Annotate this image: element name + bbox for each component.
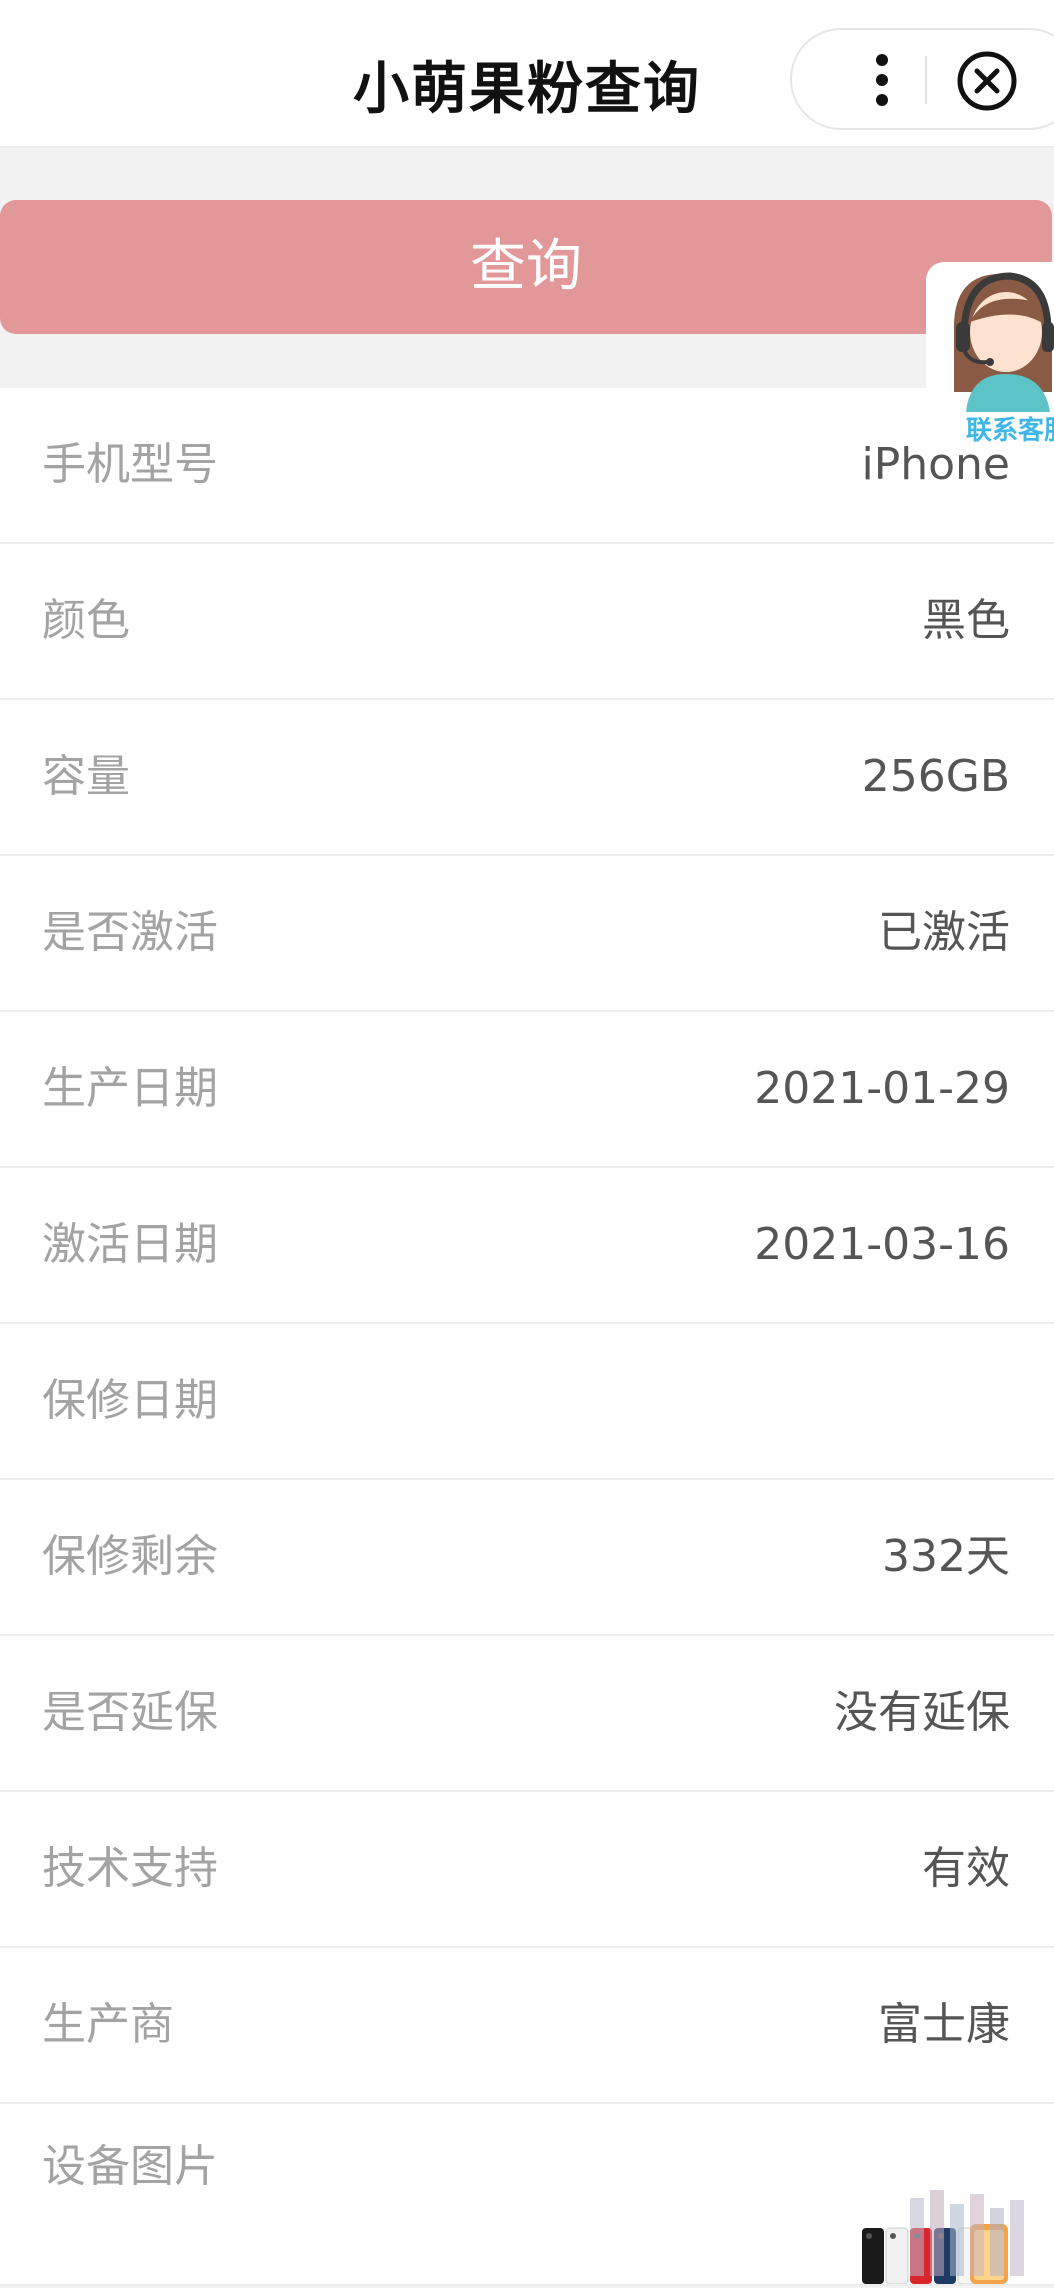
row-label: 设备图片 (42, 2141, 218, 2192)
device-info-list: 手机型号 iPhone 颜色 黑色 容量 256GB 是否激活 已激活 生产日期… (0, 388, 1054, 2286)
row-label: 技术支持 (42, 1843, 218, 1894)
row-value: 332天 (882, 1531, 1010, 1582)
close-circle-icon[interactable] (956, 50, 1018, 112)
row-label: 保修剩余 (42, 1531, 218, 1582)
info-row-warranty-date: 保修日期 (0, 1324, 1054, 1480)
info-row-extended-warranty: 是否延保 没有延保 (0, 1636, 1054, 1792)
row-value: 2021-03-16 (754, 1219, 1010, 1270)
row-label: 激活日期 (42, 1219, 218, 1270)
info-row-capacity: 容量 256GB (0, 700, 1054, 856)
row-label: 手机型号 (42, 439, 218, 490)
row-value: 黑色 (922, 595, 1010, 646)
support-agent-icon (953, 272, 1054, 412)
row-label: 是否激活 (42, 907, 218, 958)
info-row-manufacturer: 生产商 富士康 (0, 1948, 1054, 2104)
info-row-warranty-remaining: 保修剩余 332天 (0, 1480, 1054, 1636)
row-label: 容量 (42, 751, 130, 802)
more-vertical-icon[interactable] (852, 50, 912, 110)
row-label: 颜色 (42, 595, 130, 646)
row-label: 保修日期 (42, 1375, 218, 1426)
info-row-color: 颜色 黑色 (0, 544, 1054, 700)
row-label: 是否延保 (42, 1687, 218, 1738)
info-row-activated: 是否激活 已激活 (0, 856, 1054, 1012)
row-value: 已激活 (878, 907, 1010, 958)
watermark-icon (910, 2186, 1030, 2276)
nav-bar: 小萌果粉查询 (0, 0, 1054, 148)
row-label: 生产日期 (42, 1063, 218, 1114)
row-value: 256GB (861, 751, 1010, 802)
query-button[interactable]: 查询 (0, 200, 1052, 334)
info-row-production-date: 生产日期 2021-01-29 (0, 1012, 1054, 1168)
info-row-tech-support: 技术支持 有效 (0, 1792, 1054, 1948)
info-row-activation-date: 激活日期 2021-03-16 (0, 1168, 1054, 1324)
mini-program-capsule (790, 28, 1054, 130)
info-row-device-image: 设备图片 (0, 2104, 1054, 2286)
row-value: 2021-01-29 (754, 1063, 1010, 1114)
support-label: 联系客服 (966, 416, 1054, 444)
row-label: 生产商 (42, 1999, 174, 2050)
customer-service-widget[interactable]: 联系客服 (926, 262, 1054, 444)
info-row-model: 手机型号 iPhone (0, 388, 1054, 544)
row-value: 富士康 (878, 1999, 1010, 2050)
row-value: 没有延保 (834, 1687, 1010, 1738)
row-value: 有效 (922, 1843, 1010, 1894)
capsule-divider (925, 56, 927, 104)
